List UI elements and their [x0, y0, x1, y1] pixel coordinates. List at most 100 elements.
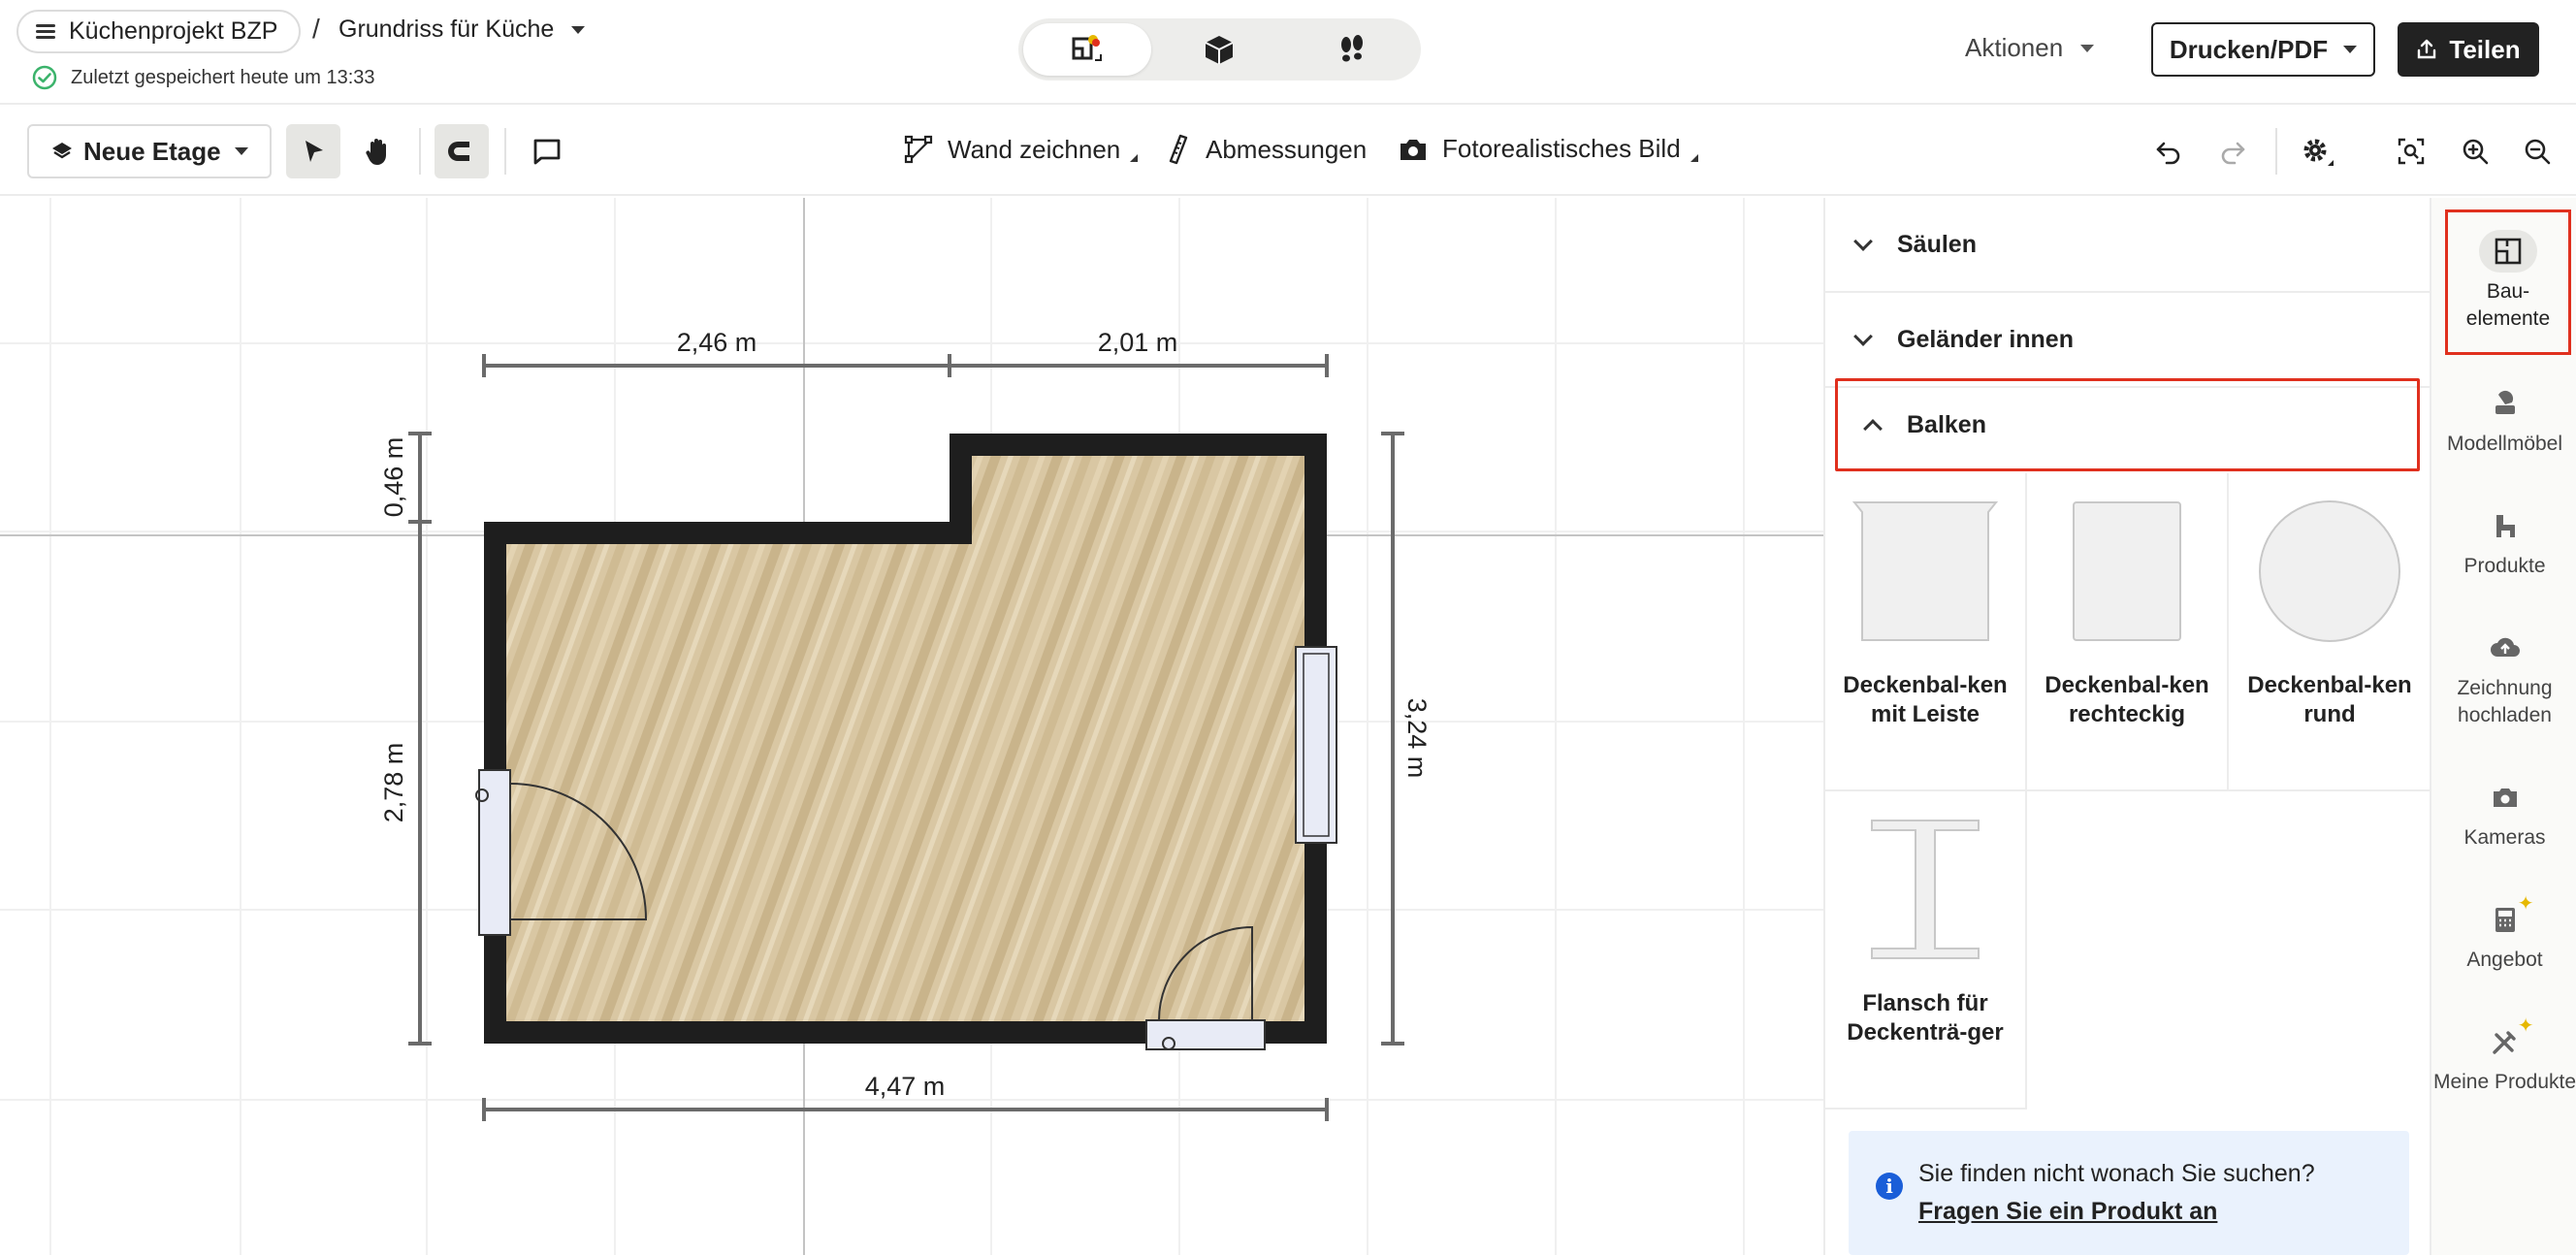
rail-label: Kameras [2463, 826, 2546, 849]
view-2d-button[interactable] [1023, 23, 1152, 76]
zoom-fit-button[interactable] [2390, 130, 2432, 173]
magnet-icon [448, 142, 469, 161]
window-right[interactable] [1295, 646, 1337, 844]
section-saeulen[interactable]: Säulen [1825, 198, 2430, 293]
breadcrumb-separator: / [312, 14, 320, 44]
project-menu-button[interactable]: Küchenprojekt BZP [16, 10, 302, 53]
building-elements-icon [2479, 230, 2537, 273]
redo-icon [2221, 142, 2245, 165]
more-options-indicator [1130, 154, 1139, 162]
plan-name-dropdown[interactable]: Grundriss für Küche [338, 16, 586, 44]
floorplan-2d-icon [1072, 35, 1103, 61]
select-tool[interactable] [286, 124, 340, 178]
plan-name: Grundriss für Küche [338, 16, 555, 43]
actions-label: Aktionen [1965, 33, 2064, 62]
item-beam-rectangular[interactable]: Deckenbal-ken rechteckig [2027, 473, 2229, 791]
products-icon [2476, 504, 2534, 547]
section-label: Geländer innen [1897, 325, 2074, 353]
undo-button[interactable] [2147, 130, 2190, 173]
camera-icon [2476, 776, 2534, 819]
share-icon [2418, 39, 2436, 59]
rail-item-kameras[interactable]: Kameras [2431, 776, 2576, 852]
rail-label: Meine Produkte [2432, 1071, 2576, 1093]
rail-item-bauelemente[interactable]: Bau-elemente [2445, 209, 2571, 355]
chevron-down-icon [235, 147, 248, 155]
save-status-text: Zuletzt gespeichert heute um 13:33 [71, 66, 375, 88]
rail-label: Produkte [2463, 555, 2546, 577]
project-name: Küchenprojekt BZP [69, 17, 278, 45]
hand-icon [366, 139, 386, 165]
redo-button[interactable] [2211, 130, 2254, 173]
more-options-indicator [1690, 153, 1698, 162]
floor-selector[interactable]: Neue Etage [27, 124, 272, 178]
print-label: Drucken/PDF [2169, 34, 2329, 64]
view-3d-button[interactable] [1155, 23, 1283, 76]
dimensions-label: Abmessungen [1206, 134, 1368, 164]
sparkle-icon: ✦ [2517, 1015, 2534, 1037]
zoom-in-button[interactable] [2454, 130, 2496, 173]
model-furniture-icon [2476, 382, 2534, 425]
dimension-label-right: 3,24 m [1402, 698, 1432, 779]
app-header: Küchenprojekt BZP / Grundriss für Küche … [0, 0, 2576, 105]
request-product-link[interactable]: Fragen Sie ein Produkt an [1918, 1198, 2409, 1226]
camera-icon [1401, 139, 1426, 160]
comment-tool[interactable] [520, 124, 574, 178]
dimension-label-top-left: 2,46 m [677, 328, 757, 357]
draw-wall-tool[interactable]: Wand zeichnen [903, 134, 1139, 165]
beam-round-icon [2257, 499, 2402, 644]
print-pdf-button[interactable]: Drucken/PDF [2151, 22, 2375, 77]
gear-icon [2303, 139, 2334, 166]
dimensions-tool[interactable]: Abmessungen [1165, 134, 1367, 165]
info-icon: i [1876, 1173, 1903, 1200]
room-shape[interactable] [484, 434, 1327, 1044]
zoom-out-button[interactable] [2516, 130, 2559, 173]
rail-label: Angebot [2466, 949, 2543, 971]
photo-label: Fotorealistisches Bild [1442, 134, 1681, 163]
settings-button[interactable] [2297, 130, 2339, 173]
toolbar-divider [2275, 128, 2277, 175]
section-gelaender-innen[interactable]: Geländer innen [1825, 293, 2430, 388]
share-button[interactable]: Teilen [2398, 22, 2539, 77]
chevron-down-icon [2080, 44, 2095, 52]
undo-icon [2156, 142, 2180, 165]
beam-with-strip-icon [1852, 499, 1998, 644]
chevron-down-icon [1853, 326, 1873, 346]
catalog-panel: Säulen Geländer innen Balken Deckenbal-k… [1823, 198, 2431, 1255]
rail-item-modellmoebel[interactable]: Modellmöbel [2431, 382, 2576, 458]
rail-label: Bau-elemente [2465, 280, 2551, 330]
flange-beam-icon [1852, 817, 1998, 962]
item-beam-round[interactable]: Deckenbal-ken rund [2229, 473, 2431, 791]
pan-tool[interactable] [350, 124, 404, 178]
item-label: Deckenbal-ken rechteckig [2045, 672, 2209, 727]
rail-label: Modellmöbel [2446, 433, 2563, 455]
info-question: Sie finden nicht wonach Sie suchen? [1918, 1160, 2315, 1187]
item-label: Deckenbal-ken mit Leiste [1843, 672, 2008, 727]
item-flange-beam[interactable]: Flansch für Deckenträ-ger [1825, 791, 2027, 1110]
rail-label: Zeichnung hochladen [2457, 677, 2553, 726]
chevron-down-icon [571, 25, 586, 34]
photo-render-tool[interactable]: Fotorealistisches Bild [1398, 134, 1698, 164]
item-label: Flansch für Deckenträ-ger [1847, 990, 2004, 1046]
floorplan-drawing[interactable]: 2,46 m 2,01 m 4,47 m 0,46 m 2,78 m 3,24 … [0, 198, 1823, 1255]
calculator-icon: ✦ [2476, 893, 2534, 941]
rail-item-angebot[interactable]: ✦ Angebot [2431, 893, 2576, 974]
comment-icon [533, 139, 561, 165]
category-rail: Bau-elemente Modellmöbel Produkte Zeichn… [2430, 198, 2576, 1255]
footsteps-icon [1340, 35, 1363, 62]
snap-tool[interactable] [435, 124, 489, 178]
draw-wall-label: Wand zeichnen [948, 134, 1121, 164]
floorplan-canvas[interactable]: 2,46 m 2,01 m 4,47 m 0,46 m 2,78 m 3,24 … [0, 198, 1823, 1255]
dimension-label-left-main: 2,78 m [379, 743, 408, 823]
section-label: Säulen [1897, 230, 1977, 258]
actions-dropdown[interactable]: Aktionen [1965, 33, 2095, 63]
rail-item-produkte[interactable]: Produkte [2431, 504, 2576, 580]
rail-item-zeichnung-hochladen[interactable]: Zeichnung hochladen [2431, 627, 2576, 729]
item-label: Deckenbal-ken rund [2247, 672, 2412, 727]
dimension-label-top-right: 2,01 m [1098, 328, 1178, 357]
section-balken[interactable]: Balken [1835, 378, 2420, 471]
item-beam-with-strip[interactable]: Deckenbal-ken mit Leiste [1825, 473, 2027, 791]
view-walkthrough-button[interactable] [1288, 23, 1416, 76]
ruler-icon [1169, 134, 1188, 165]
wall-draw-icon [904, 135, 933, 164]
rail-item-meine-produkte[interactable]: ✦ Meine Produkte [2431, 1015, 2576, 1096]
